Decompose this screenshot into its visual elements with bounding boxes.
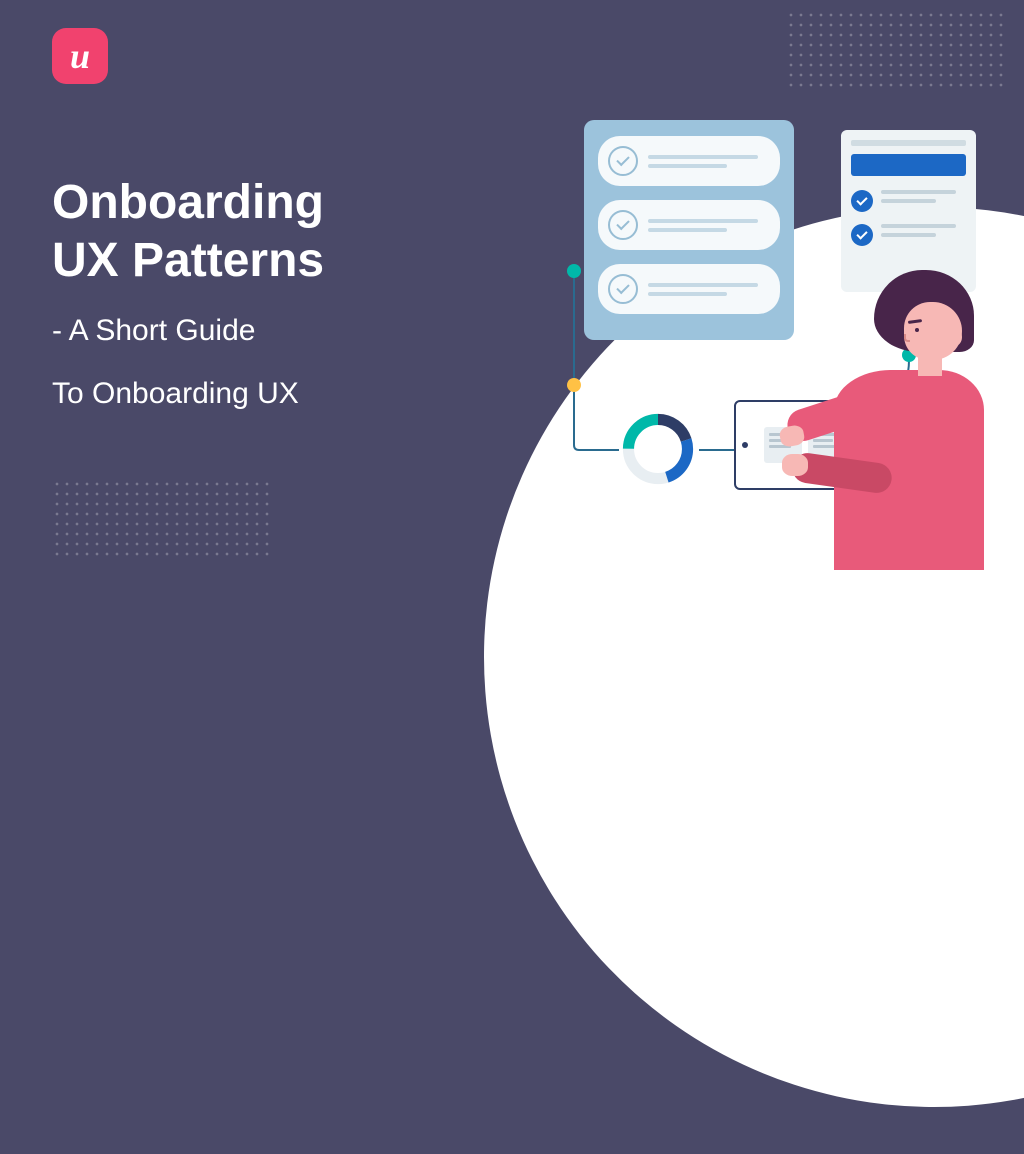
person-ear	[948, 328, 962, 346]
checklist-card	[584, 120, 794, 340]
check-icon	[851, 190, 873, 212]
node-teal-1	[567, 264, 581, 278]
task-card	[841, 130, 976, 292]
check-icon	[608, 146, 638, 176]
check-icon	[608, 210, 638, 240]
task-item	[851, 190, 966, 212]
donut-chart-icon	[619, 410, 697, 488]
person-nose	[904, 334, 910, 342]
logo-letter: u	[70, 35, 90, 77]
bar-placeholder	[851, 140, 966, 146]
check-icon	[851, 224, 873, 246]
text-placeholder	[881, 224, 956, 237]
userpilot-logo: u	[52, 28, 108, 84]
dot-pattern-bottom-left	[52, 479, 272, 559]
title-line-1: Onboarding	[52, 174, 324, 232]
text-placeholder	[648, 283, 770, 296]
person-illustration	[794, 270, 1004, 570]
checklist-item	[598, 136, 780, 186]
check-icon	[608, 274, 638, 304]
text-placeholder	[648, 219, 770, 232]
title-line-2: UX Patterns	[52, 232, 324, 290]
task-item	[851, 224, 966, 246]
illustration: ✦ ✦	[504, 120, 1024, 570]
node-yellow-1	[567, 378, 581, 392]
subtitle-line-2: To Onboarding UX	[52, 374, 324, 415]
person-hand	[782, 454, 808, 476]
hero-title: Onboarding UX Patterns - A Short Guide T…	[52, 174, 324, 414]
checklist-item	[598, 200, 780, 250]
progress-bar	[851, 154, 966, 176]
text-placeholder	[648, 155, 770, 168]
subtitle-line-1: - A Short Guide	[52, 311, 324, 352]
checklist-item	[598, 264, 780, 314]
person-eye	[915, 328, 919, 332]
dot-pattern-top-right	[786, 10, 1006, 90]
person-hand	[778, 424, 805, 448]
text-placeholder	[881, 190, 956, 203]
